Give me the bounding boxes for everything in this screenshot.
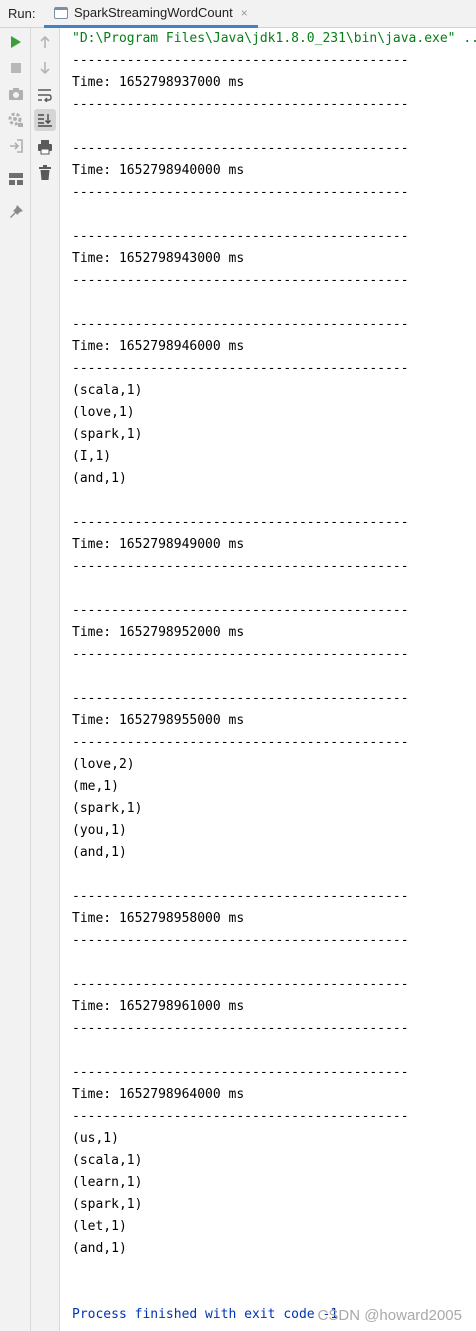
separator-line: ----------------------------------------… — [72, 735, 409, 750]
separator-line: ----------------------------------------… — [72, 559, 409, 574]
batch-time-line: Time: 1652798952000 ms — [72, 625, 245, 640]
word-count-record: (let,1) — [72, 1219, 127, 1234]
run-toolbar-left — [0, 28, 31, 1331]
soft-wrap-icon[interactable] — [34, 84, 56, 106]
exit-icon[interactable] — [5, 135, 27, 157]
process-finished-line: Process finished with exit code -1 — [72, 1307, 339, 1322]
word-count-record: (scala,1) — [72, 383, 143, 398]
tab-spark-streaming-word-count[interactable]: SparkStreamingWordCount × — [44, 0, 258, 28]
run-toolbar-right — [31, 28, 60, 1331]
word-count-record: (learn,1) — [72, 1175, 143, 1190]
separator-line: ----------------------------------------… — [72, 691, 409, 706]
word-count-record: (scala,1) — [72, 1153, 143, 1168]
separator-line: ----------------------------------------… — [72, 361, 409, 376]
watermark: CSDN @howard2005 — [317, 1307, 462, 1324]
stop-icon[interactable] — [5, 57, 27, 79]
word-count-record: (and,1) — [72, 1241, 127, 1256]
command-line: "D:\Program Files\Java\jdk1.8.0_231\bin\… — [72, 31, 476, 46]
batch-time-line: Time: 1652798940000 ms — [72, 163, 245, 178]
word-count-record: (and,1) — [72, 845, 127, 860]
separator-line: ----------------------------------------… — [72, 97, 409, 112]
word-count-record: (you,1) — [72, 823, 127, 838]
separator-line: ----------------------------------------… — [72, 141, 409, 156]
word-count-record: (love,1) — [72, 405, 135, 420]
separator-line: ----------------------------------------… — [72, 515, 409, 530]
batch-time-line: Time: 1652798958000 ms — [72, 911, 245, 926]
arrow-up-icon[interactable] — [34, 31, 56, 53]
separator-line: ----------------------------------------… — [72, 317, 409, 332]
pin-icon[interactable] — [5, 201, 27, 223]
run-tool-window-header: Run: SparkStreamingWordCount × — [0, 0, 476, 28]
separator-line: ----------------------------------------… — [72, 185, 409, 200]
separator-line: ----------------------------------------… — [72, 229, 409, 244]
console-output[interactable]: "D:\Program Files\Java\jdk1.8.0_231\bin\… — [60, 28, 476, 1331]
print-icon[interactable] — [34, 136, 56, 158]
separator-line: ----------------------------------------… — [72, 933, 409, 948]
batch-time-line: Time: 1652798937000 ms — [72, 75, 245, 90]
run-icon[interactable] — [5, 31, 27, 53]
separator-line: ----------------------------------------… — [72, 889, 409, 904]
separator-line: ----------------------------------------… — [72, 977, 409, 992]
trash-icon[interactable] — [34, 162, 56, 184]
run-label: Run: — [8, 6, 36, 21]
word-count-record: (spark,1) — [72, 801, 143, 816]
separator-line: ----------------------------------------… — [72, 53, 409, 68]
separator-line: ----------------------------------------… — [72, 1021, 409, 1036]
separator-line: ----------------------------------------… — [72, 1065, 409, 1080]
close-icon[interactable]: × — [241, 6, 248, 20]
separator-line: ----------------------------------------… — [72, 647, 409, 662]
separator-line: ----------------------------------------… — [72, 1109, 409, 1124]
scroll-to-end-icon[interactable] — [34, 109, 56, 131]
settings-icon[interactable] — [5, 109, 27, 131]
batch-time-line: Time: 1652798955000 ms — [72, 713, 245, 728]
batch-time-line: Time: 1652798961000 ms — [72, 999, 245, 1014]
arrow-down-icon[interactable] — [34, 57, 56, 79]
word-count-record: (me,1) — [72, 779, 119, 794]
batch-time-line: Time: 1652798946000 ms — [72, 339, 245, 354]
layout-icon[interactable] — [5, 168, 27, 190]
word-count-record: (us,1) — [72, 1131, 119, 1146]
batch-time-line: Time: 1652798949000 ms — [72, 537, 245, 552]
batch-time-line: Time: 1652798964000 ms — [72, 1087, 245, 1102]
separator-line: ----------------------------------------… — [72, 273, 409, 288]
word-count-record: (spark,1) — [72, 1197, 143, 1212]
word-count-record: (love,2) — [72, 757, 135, 772]
word-count-record: (I,1) — [72, 449, 112, 464]
separator-line: ----------------------------------------… — [72, 603, 409, 618]
run-config-icon — [54, 6, 68, 19]
batch-time-line: Time: 1652798943000 ms — [72, 251, 245, 266]
word-count-record: (and,1) — [72, 471, 127, 486]
tab-title: SparkStreamingWordCount — [74, 5, 233, 20]
word-count-record: (spark,1) — [72, 427, 143, 442]
camera-icon[interactable] — [5, 83, 27, 105]
